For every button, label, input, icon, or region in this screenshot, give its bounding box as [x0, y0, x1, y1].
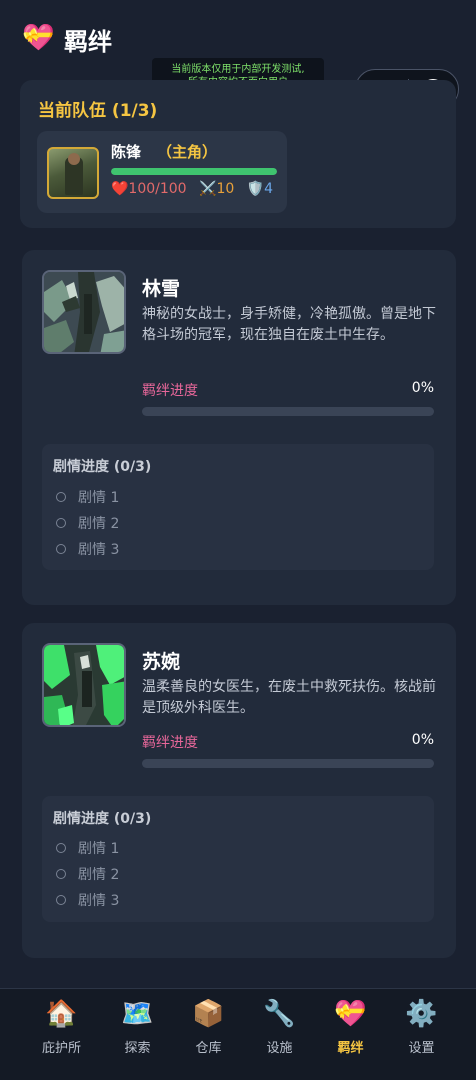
tab-bonds[interactable]: 💝 羁绊 [311, 989, 390, 1080]
companion-portrait-image [44, 272, 124, 352]
tab-label: 仓库 [195, 1041, 222, 1056]
bond-progress-bar [142, 759, 434, 768]
story-progress-title: 剧情进度 (0/3) [53, 459, 152, 475]
tab-facilities[interactable]: 🔧 设施 [240, 989, 319, 1080]
companion-portrait [42, 643, 126, 727]
attack-stat: ⚔️10 [199, 181, 235, 197]
story-progress-panel: 剧情进度 (0/3) 剧情 1 剧情 2 剧情 3 [42, 796, 434, 922]
story-status-icon [56, 492, 66, 502]
story-item-label: 剧情 3 [78, 542, 120, 558]
bond-progress-value: 0% [411, 732, 434, 748]
story-item[interactable]: 剧情 2 [56, 864, 119, 884]
story-status-icon [56, 869, 66, 879]
bond-progress-label: 羁绊进度 [142, 383, 198, 399]
map-icon: 🗺️ [121, 999, 154, 1029]
story-status-icon [56, 895, 66, 905]
story-status-icon [56, 518, 66, 528]
story-item-label: 剧情 1 [78, 841, 120, 857]
story-item[interactable]: 剧情 1 [56, 487, 119, 507]
member-avatar [47, 147, 99, 199]
tab-explore[interactable]: 🗺️ 探索 [98, 989, 177, 1080]
tab-label: 设置 [408, 1041, 435, 1056]
member-hp-fill [111, 168, 277, 175]
bond-progress-bar [142, 407, 434, 416]
tab-label: 设施 [266, 1041, 293, 1056]
companion-description: 温柔善良的女医生，在废土中救死扶伤。核战前是顶级外科医生。 [142, 679, 436, 716]
bond-progress-label: 羁绊进度 [142, 735, 198, 751]
companion-portrait-image [44, 645, 124, 725]
story-status-icon [56, 544, 66, 554]
heart-gift-icon: 💝 [22, 23, 55, 53]
story-status-icon [56, 843, 66, 853]
story-item-label: 剧情 2 [78, 867, 120, 883]
tab-label: 羁绊 [337, 1041, 364, 1056]
defense-stat: 🛡️4 [246, 181, 274, 197]
dev-notice-line-1: 当前版本仅用于内部开发测试, [171, 64, 305, 75]
heart-gift-icon: 💝 [334, 999, 367, 1029]
story-progress-title: 剧情进度 (0/3) [53, 811, 152, 827]
tab-shelter[interactable]: 🏠 庇护所 [22, 989, 101, 1080]
companion-portrait [42, 270, 126, 354]
box-icon: 📦 [192, 999, 225, 1029]
avatar-head [68, 153, 80, 165]
tab-label: 探索 [124, 1041, 151, 1056]
story-item[interactable]: 剧情 2 [56, 513, 119, 533]
companion-name: 苏婉 [142, 651, 181, 673]
tab-label: 庇护所 [41, 1041, 81, 1056]
member-role: （主角） [157, 143, 218, 161]
current-team-card: 当前队伍 (1/3) 陈锋 （主角） ❤️100/100 ⚔️10 🛡️4 [20, 80, 456, 228]
bottom-tab-bar: 🏠 庇护所 🗺️ 探索 📦 仓库 🔧 设施 💝 羁绊 ⚙️ 设置 [0, 988, 476, 1080]
companion-description: 神秘的女战士，身手矫健，冷艳孤傲。曾是地下格斗场的冠军，现在独自在废土中生存。 [142, 306, 436, 343]
bond-progress-value: 0% [411, 380, 434, 396]
story-item[interactable]: 剧情 1 [56, 838, 119, 858]
companion-name: 林雪 [142, 278, 181, 300]
house-icon: 🏠 [45, 999, 78, 1029]
story-item[interactable]: 剧情 3 [56, 539, 119, 559]
team-title: 当前队伍 (1/3) [38, 101, 158, 121]
tab-settings[interactable]: ⚙️ 设置 [382, 989, 461, 1080]
wrench-icon: 🔧 [263, 999, 296, 1029]
story-progress-panel: 剧情进度 (0/3) 剧情 1 剧情 2 剧情 3 [42, 444, 434, 570]
story-item-label: 剧情 2 [78, 516, 120, 532]
page-title: 羁绊 [64, 28, 112, 56]
member-stats: ❤️100/100 ⚔️10 🛡️4 [111, 181, 273, 197]
gear-icon: ⚙️ [405, 999, 438, 1029]
story-item-label: 剧情 3 [78, 893, 120, 909]
member-hp-bar [111, 168, 277, 175]
story-item[interactable]: 剧情 3 [56, 890, 119, 910]
team-member-card[interactable]: 陈锋 （主角） ❤️100/100 ⚔️10 🛡️4 [37, 131, 287, 213]
story-item-label: 剧情 1 [78, 490, 120, 506]
tab-storage[interactable]: 📦 仓库 [169, 989, 248, 1080]
companion-card[interactable]: 苏婉 温柔善良的女医生，在废土中救死扶伤。核战前是顶级外科医生。 羁绊进度 0%… [22, 623, 456, 958]
hp-stat: ❤️100/100 [111, 181, 187, 197]
companion-card[interactable]: 林雪 神秘的女战士，身手矫健，冷艳孤傲。曾是地下格斗场的冠军，现在独自在废土中生… [22, 250, 456, 605]
member-name: 陈锋 [111, 143, 142, 161]
